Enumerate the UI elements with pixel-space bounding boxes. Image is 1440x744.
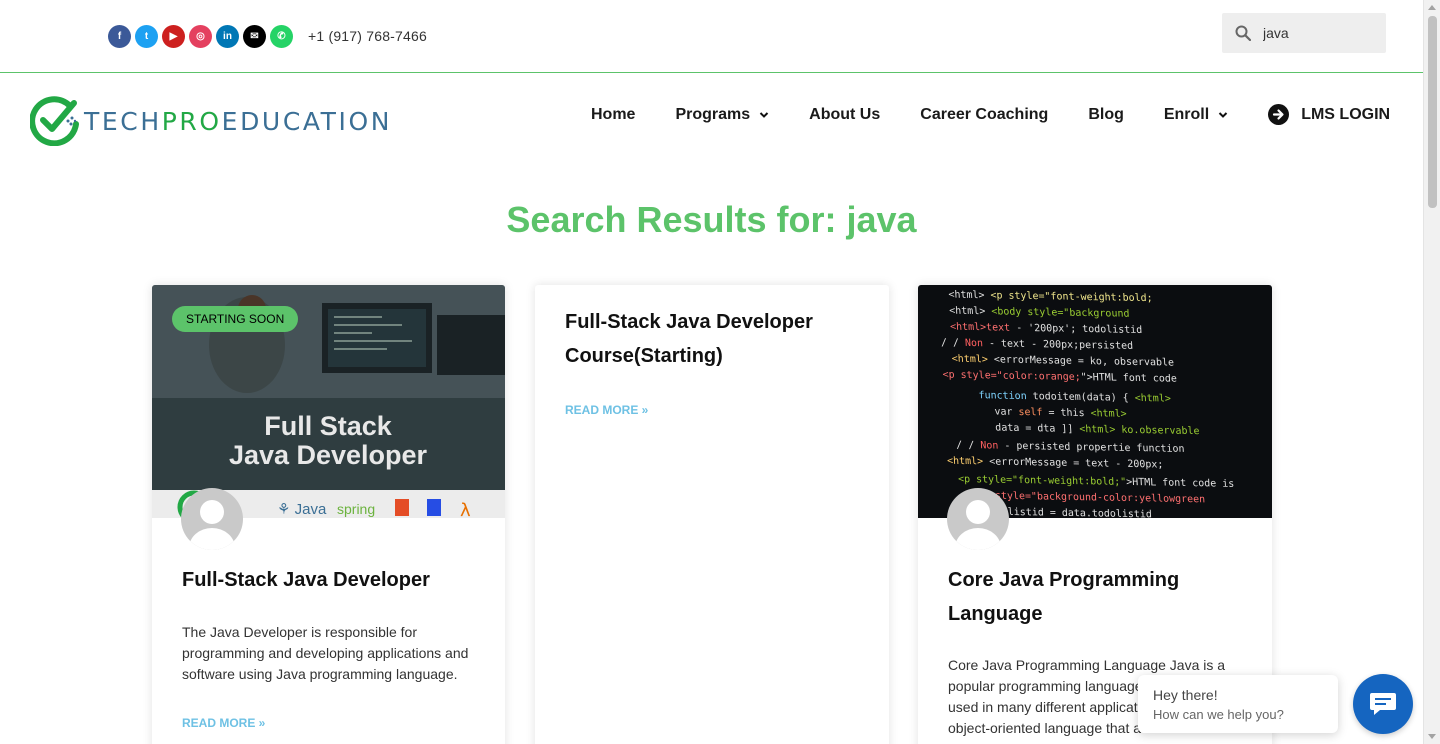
svg-text:Full Stack: Full Stack: [264, 411, 393, 441]
logo-word-pro: PRO: [161, 106, 222, 136]
svg-text:spring: spring: [337, 501, 375, 517]
whatsapp-icon[interactable]: ✆: [270, 25, 293, 48]
result-card[interactable]: Full Stack Java Developer ⚘ Java spring …: [152, 285, 505, 744]
avatar: [947, 488, 1009, 550]
search-input[interactable]: [1263, 25, 1373, 41]
linkedin-icon[interactable]: in: [216, 25, 239, 48]
result-card[interactable]: Full-Stack Java Developer Course(Startin…: [535, 285, 889, 744]
excerpt-line: programming and developing applications …: [182, 645, 469, 661]
main-nav: Home Programs About Us Career Coaching B…: [591, 104, 1390, 125]
chevron-down-icon: [759, 111, 769, 118]
arrow-right-circle-icon: [1268, 104, 1290, 125]
nav-home-label: Home: [591, 105, 636, 123]
code-screen-image: <html> <p style="font-weight:bold; <html…: [918, 285, 1272, 518]
nav-career-label: Career Coaching: [920, 105, 1049, 123]
svg-text:⚘ Java: ⚘ Java: [277, 501, 327, 518]
nav-programs[interactable]: Programs: [675, 106, 769, 124]
top-bar: f t ▶ ◎ in ✉ ✆ +1 (917) 768-7466: [0, 0, 1423, 73]
read-more-link[interactable]: READ MORE »: [182, 716, 265, 730]
card-title[interactable]: Full-Stack Java Developer Course(Startin…: [565, 305, 813, 373]
phone-number[interactable]: +1 (917) 768-7466: [308, 28, 427, 44]
nav-about[interactable]: About Us: [809, 106, 880, 124]
nav-about-label: About Us: [809, 105, 881, 123]
excerpt-line: The Java Developer is responsible for: [182, 624, 418, 640]
nav-enroll[interactable]: Enroll: [1164, 106, 1228, 124]
logo-wordmark: TECHPROEDUCATION: [84, 107, 392, 136]
status-badge: STARTING SOON: [172, 306, 299, 332]
email-icon[interactable]: ✉: [243, 25, 266, 48]
chat-icon: [1370, 693, 1396, 715]
excerpt-line: Core Java Programming Language Java is a: [948, 657, 1226, 673]
nav-career-coaching[interactable]: Career Coaching: [920, 106, 1048, 124]
nav-blog-label: Blog: [1088, 105, 1124, 123]
chat-greeting-bubble[interactable]: Hey there! How can we help you?: [1138, 675, 1338, 733]
nav-programs-label: Programs: [675, 105, 751, 123]
social-links: f t ▶ ◎ in ✉ ✆: [108, 25, 293, 48]
chat-prompt: How can we help you?: [1153, 707, 1284, 722]
svg-text:λ: λ: [460, 500, 471, 518]
card-title-line: Full-Stack Java Developer: [565, 311, 813, 333]
nav-home[interactable]: Home: [591, 106, 635, 124]
twitter-icon[interactable]: t: [135, 25, 158, 48]
logo-word-tech: TECH: [84, 106, 162, 136]
site-logo[interactable]: TECHPROEDUCATION: [29, 94, 392, 147]
nav-lms-login[interactable]: LMS LOGIN: [1268, 104, 1390, 125]
read-more-link[interactable]: READ MORE »: [565, 403, 648, 417]
scroll-down-arrow-icon[interactable]: [1428, 734, 1436, 739]
card-title[interactable]: Core Java Programming Language: [948, 563, 1179, 631]
chat-greeting: Hey there!: [1153, 687, 1218, 703]
search-box[interactable]: [1222, 13, 1386, 53]
instagram-icon[interactable]: ◎: [189, 25, 212, 48]
nav-enroll-label: Enroll: [1163, 105, 1210, 123]
card-excerpt: The Java Developer is responsible for pr…: [182, 622, 468, 685]
logo-word-education: EDUCATION: [221, 106, 393, 136]
search-icon: [1235, 25, 1251, 41]
nav-lms-label: LMS LOGIN: [1301, 105, 1391, 123]
card-thumbnail[interactable]: <html> <p style="font-weight:bold; <html…: [918, 285, 1272, 518]
nav-blog[interactable]: Blog: [1088, 106, 1124, 124]
youtube-icon[interactable]: ▶: [162, 25, 185, 48]
excerpt-line: software using Java programming language…: [182, 666, 458, 682]
chevron-down-icon: [1218, 111, 1228, 118]
facebook-icon[interactable]: f: [108, 25, 131, 48]
svg-text:Java Developer: Java Developer: [229, 440, 428, 470]
chat-open-button[interactable]: [1353, 674, 1413, 734]
card-title[interactable]: Full-Stack Java Developer: [182, 563, 430, 597]
avatar: [181, 488, 243, 550]
scrollbar-thumb[interactable]: [1428, 16, 1437, 208]
card-title-line: Language: [948, 603, 1043, 625]
scroll-up-arrow-icon[interactable]: [1428, 5, 1436, 10]
logo-check-icon: [29, 94, 80, 147]
page-scrollbar[interactable]: [1423, 0, 1440, 744]
card-title-line: Course(Starting): [565, 345, 723, 367]
svg-text:var self = this <html>: var self = this <html>: [994, 407, 1127, 420]
card-thumbnail[interactable]: Full Stack Java Developer ⚘ Java spring …: [152, 285, 505, 518]
card-title-line: Core Java Programming: [948, 569, 1180, 591]
page-title: Search Results for: java: [506, 199, 917, 240]
